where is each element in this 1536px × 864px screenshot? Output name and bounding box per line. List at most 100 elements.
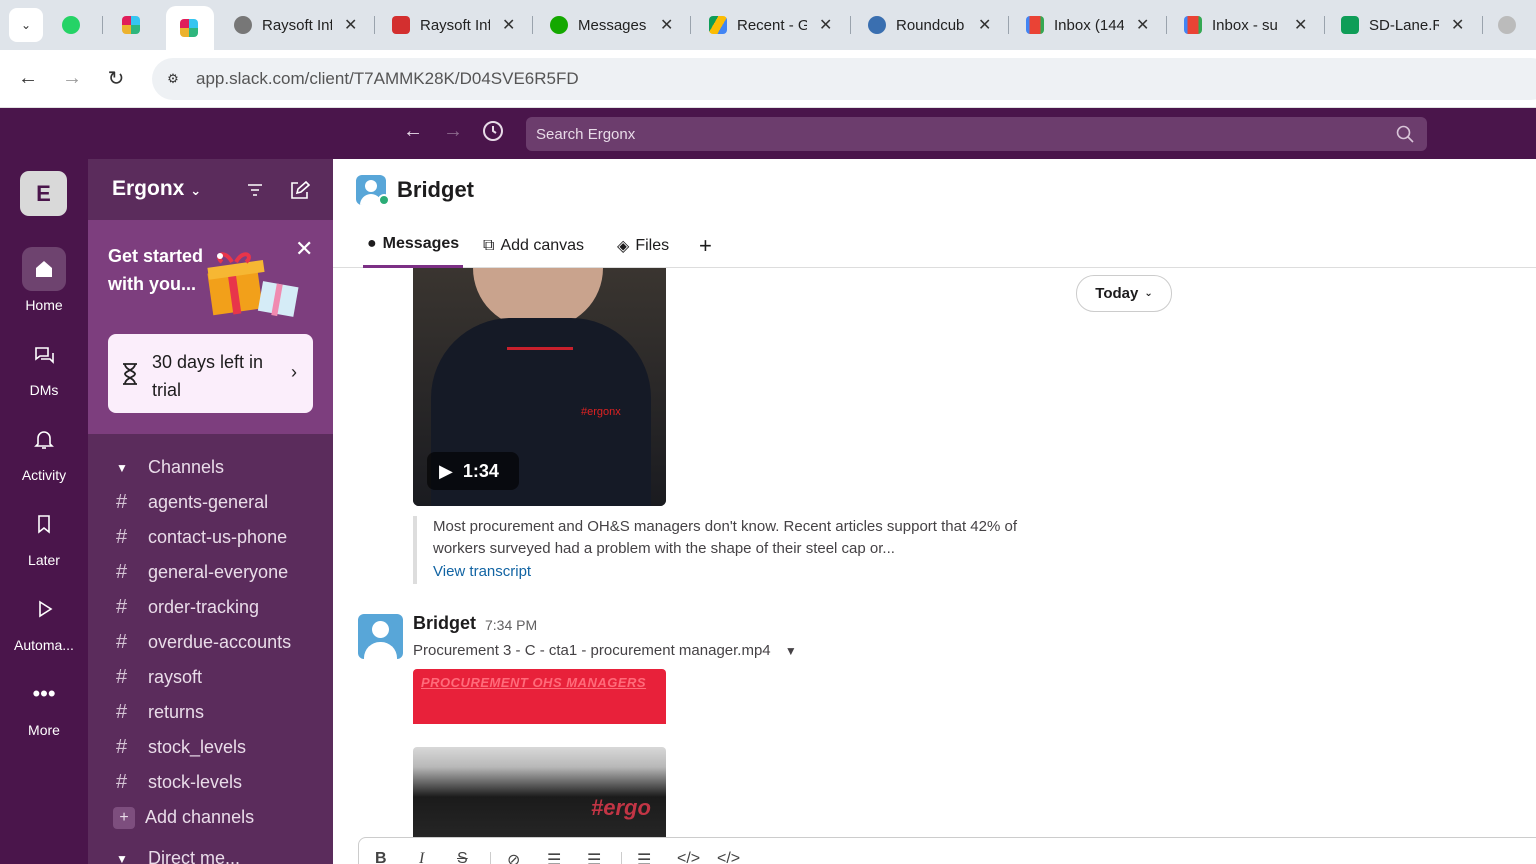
bullet-list-icon[interactable]: ☰ [587, 850, 601, 864]
video-play-button[interactable]: ▶ 1:34 [427, 452, 519, 490]
date-divider-button[interactable]: Today ⌄ [1076, 275, 1172, 312]
video-attachment[interactable]: PROCUREMENT OHS MANAGERS [413, 669, 666, 724]
tab-divider [1482, 16, 1483, 34]
add-tab-button[interactable]: + [699, 223, 712, 268]
close-icon[interactable]: ✕ [344, 15, 357, 35]
message-author[interactable]: Bridget [413, 613, 476, 634]
close-icon[interactable]: ✕ [1451, 15, 1464, 35]
view-transcript-link[interactable]: View transcript [433, 560, 1033, 584]
message-list: #ergonx ▶ 1:34 Today ⌄ Most procurement … [333, 268, 1536, 837]
tab-search-button[interactable]: ⌄ [9, 8, 43, 42]
channel-tabs: ● Messages ⧉ Add canvas ◈ Files + [333, 223, 1536, 268]
close-icon[interactable]: ✕ [502, 15, 515, 35]
main-pane: Bridget ● Messages ⧉ Add canvas ◈ Files … [333, 159, 1536, 864]
address-bar[interactable]: ⚙ app.slack.com/client/T7AMMK28K/D04SVE6… [152, 58, 1536, 100]
rail-label: More [28, 722, 60, 738]
tab-divider [102, 16, 103, 34]
sidebar-channel[interactable]: # raysoft [88, 660, 333, 695]
browser-tab[interactable] [1498, 6, 1526, 44]
message-composer[interactable]: B I S ⊘ ☰ ☰ ☰ </> </> [358, 837, 1536, 864]
italic-button[interactable]: I [419, 850, 424, 864]
video-attachment[interactable]: #ergonx ▶ 1:34 [413, 268, 666, 506]
browser-tab[interactable]: Roundcub ✕ [868, 6, 991, 44]
search-bar[interactable]: Search Ergonx [526, 117, 1427, 151]
bold-button[interactable]: B [375, 850, 387, 864]
browser-tab-slack[interactable] [122, 6, 150, 44]
close-icon[interactable]: ✕ [978, 15, 991, 35]
add-channels-button[interactable]: + Add channels [88, 800, 333, 835]
code-icon[interactable]: </> [677, 850, 700, 864]
workspace-name-button[interactable]: Ergonx ⌄ [112, 177, 201, 201]
channel-name-button[interactable]: Bridget [397, 177, 474, 203]
avatar[interactable] [358, 614, 403, 659]
workspace-rail: E Home DMs Activity Later Automa... ••• … [0, 159, 88, 864]
browser-tab[interactable]: Raysoft Inf ✕ [392, 6, 515, 44]
sidebar-channel[interactable]: # contact-us-phone [88, 520, 333, 555]
channel-name: agents-general [148, 492, 269, 512]
trial-button[interactable]: 30 days left in trial › [108, 334, 313, 413]
rail-item-activity[interactable]: Activity [0, 417, 88, 483]
forward-button[interactable]: → [50, 67, 94, 90]
history-forward-button[interactable]: → [443, 120, 463, 143]
browser-tab[interactable]: SD-Lane.R ✕ [1341, 6, 1464, 44]
code-block-icon[interactable]: </> [717, 850, 740, 864]
browser-tab[interactable]: Messages ✕ [550, 6, 673, 44]
browser-tab[interactable]: Inbox - su ✕ [1184, 6, 1307, 44]
sidebar-channel[interactable]: # general-everyone [88, 555, 333, 590]
sidebar-channel[interactable]: # overdue-accounts [88, 625, 333, 660]
sidebar-channel[interactable]: # returns [88, 695, 333, 730]
arrow-left-icon: ← [403, 120, 423, 142]
blockquote-icon[interactable]: ☰ [637, 850, 651, 864]
message-timestamp[interactable]: 7:34 PM [485, 617, 537, 633]
dms-section-header[interactable]: ▼ Direct me... [88, 841, 333, 864]
close-icon[interactable]: ✕ [660, 15, 673, 35]
filter-button[interactable] [245, 180, 265, 205]
sidebar-channel[interactable]: # order-tracking [88, 590, 333, 625]
close-icon[interactable]: ✕ [819, 15, 832, 35]
close-icon[interactable]: ✕ [295, 236, 313, 262]
caret-down-icon[interactable]: ▼ [785, 644, 797, 658]
workspace-switcher[interactable]: E [20, 171, 67, 216]
close-icon[interactable]: ✕ [1136, 15, 1149, 35]
sidebar-channel[interactable]: # agents-general [88, 485, 333, 520]
arrow-right-icon: → [443, 120, 463, 142]
gift-icon [207, 252, 299, 317]
browser-tab[interactable]: Recent - G ✕ [709, 6, 832, 44]
globe-icon [234, 16, 252, 34]
tab-files[interactable]: ◈ Files [617, 223, 669, 268]
strikethrough-button[interactable]: S [457, 850, 468, 864]
channels-section-header[interactable]: ▼ Channels [88, 450, 333, 485]
link-icon[interactable]: ⊘ [507, 850, 520, 864]
rail-item-home[interactable]: Home [0, 247, 88, 313]
tab-add-canvas[interactable]: ⧉ Add canvas [483, 223, 584, 268]
chevron-right-icon: › [291, 362, 297, 382]
rail-item-later[interactable]: Later [0, 502, 88, 568]
history-button[interactable] [481, 119, 505, 149]
tab-messages[interactable]: ● Messages [363, 223, 464, 268]
channel-name: raysoft [148, 667, 203, 687]
back-button[interactable]: ← [6, 67, 50, 90]
close-icon[interactable]: ✕ [1294, 15, 1307, 35]
site-info-icon[interactable]: ⚙ [162, 68, 184, 90]
browser-tab-slack-active[interactable] [166, 6, 214, 50]
ordered-list-icon[interactable]: ☰ [547, 850, 561, 864]
sidebar-channel[interactable]: # stock-levels [88, 765, 333, 800]
hash-icon: # [116, 561, 128, 583]
compose-button[interactable] [288, 180, 311, 207]
presence-indicator [378, 194, 390, 206]
tab-title: Recent - G [737, 16, 807, 34]
trial-text: 30 days left in trial [152, 352, 264, 400]
browser-tab[interactable]: Raysoft Inf ✕ [234, 6, 357, 44]
video-attachment[interactable]: #ergo [413, 747, 666, 837]
rail-item-dms[interactable]: DMs [0, 332, 88, 398]
rail-item-automations[interactable]: Automa... [0, 587, 88, 653]
browser-tab[interactable]: Inbox (144 ✕ [1026, 6, 1149, 44]
toolbar-divider [490, 852, 491, 864]
browser-tab-whatsapp[interactable] [62, 6, 90, 44]
reload-button[interactable]: ↻ [94, 66, 138, 91]
sidebar-channel[interactable]: # stock_levels [88, 730, 333, 765]
history-back-button[interactable]: ← [403, 120, 423, 143]
rail-label: Home [25, 297, 63, 313]
rail-item-more[interactable]: ••• More [0, 672, 88, 738]
rail-label: Automa... [14, 637, 74, 653]
